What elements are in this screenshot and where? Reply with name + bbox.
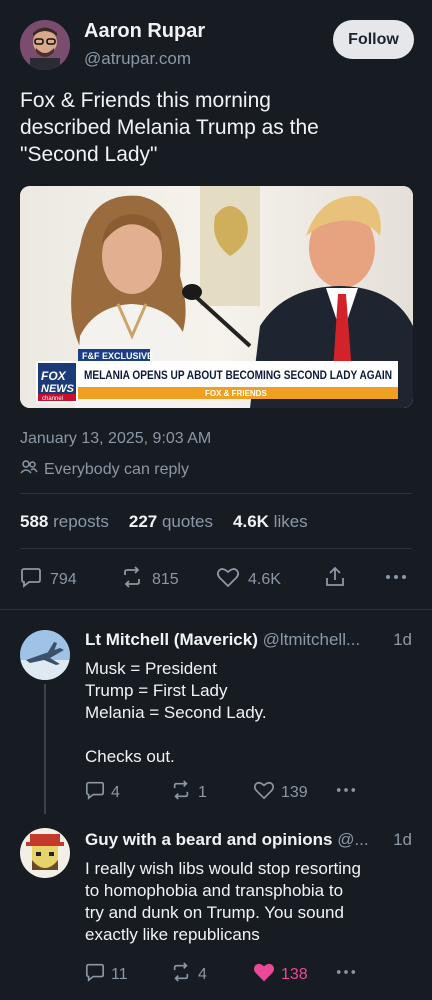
reply-age: 1d xyxy=(393,630,412,649)
reply-avatar[interactable] xyxy=(20,828,70,878)
author-name[interactable]: Aaron Rupar xyxy=(84,20,205,43)
heart-icon xyxy=(253,780,275,805)
author-avatar[interactable] xyxy=(20,20,70,70)
reply-author-name[interactable]: Lt Mitchell (Maverick) xyxy=(85,630,258,649)
heart-icon xyxy=(216,566,240,593)
post-image[interactable]: F&F EXCLUSIVE FOX NEWS channel MELANIA O… xyxy=(20,186,413,408)
reply-icon xyxy=(85,780,105,805)
fox-logo-line1: FOX xyxy=(41,369,67,383)
reply-reply-count: 11 xyxy=(111,965,128,983)
heart-filled-icon xyxy=(253,962,275,987)
reply-repost-count: 1 xyxy=(198,783,207,801)
post-text: Fox & Friends this morning described Mel… xyxy=(20,89,319,166)
more-icon xyxy=(335,780,357,805)
chyron-headline: MELANIA OPENS UP ABOUT BECOMING SECOND L… xyxy=(84,370,392,382)
reply-setting-label: Everybody can reply xyxy=(44,460,189,478)
repost-icon xyxy=(120,566,144,593)
reposts-count: 588 xyxy=(20,512,49,531)
reply-like-button[interactable]: 139 xyxy=(253,780,308,805)
reply-setting: Everybody can reply xyxy=(20,459,189,480)
reply-like-count: 139 xyxy=(281,783,308,801)
like-count: 4.6K xyxy=(248,570,281,588)
reply-author-name[interactable]: Guy with a beard and opinions xyxy=(85,830,332,849)
post-actions: 794 815 4.6K xyxy=(20,566,412,592)
reply-avatar[interactable] xyxy=(20,630,70,680)
chyron-show: FOX & FRIENDS xyxy=(205,389,267,398)
reply-count: 794 xyxy=(50,570,77,588)
more-icon xyxy=(335,962,357,987)
reply-text: Musk = President Trump = First Lady Mela… xyxy=(85,659,267,766)
divider xyxy=(20,548,412,549)
reply-item[interactable]: Lt Mitchell (Maverick) @ltmitchell... 1d… xyxy=(0,610,432,814)
reply-icon xyxy=(85,962,105,987)
likes-count: 4.6K xyxy=(233,512,269,531)
reply-button[interactable]: 794 xyxy=(20,566,77,593)
reply-repost-button[interactable]: 1 xyxy=(170,780,207,805)
fox-logo-line3: channel xyxy=(42,396,63,402)
reply-reply-button[interactable]: 11 xyxy=(85,962,128,987)
quotes-stat[interactable]: 227 quotes xyxy=(129,512,213,532)
repost-icon xyxy=(170,962,192,987)
quotes-label: quotes xyxy=(161,512,214,531)
follow-button[interactable]: Follow xyxy=(333,20,414,59)
fox-logo-line2: NEWS xyxy=(41,383,75,395)
people-icon xyxy=(20,459,38,480)
repost-button[interactable]: 815 xyxy=(120,566,179,593)
reply-reply-count: 4 xyxy=(111,783,120,801)
post-stats: 588 reposts 227 quotes 4.6K likes xyxy=(20,512,308,532)
thread-line xyxy=(44,684,46,814)
repost-icon xyxy=(170,780,192,805)
reply-header: Guy with a beard and opinions @... xyxy=(85,830,415,850)
reply-reply-button[interactable]: 4 xyxy=(85,780,120,805)
share-button[interactable] xyxy=(324,566,346,593)
likes-label: likes xyxy=(273,512,308,531)
post-timestamp: January 13, 2025, 9:03 AM xyxy=(20,430,212,447)
reply-age: 1d xyxy=(393,830,412,849)
reply-more-button[interactable] xyxy=(335,962,357,987)
likes-stat[interactable]: 4.6K likes xyxy=(233,512,308,532)
author-handle[interactable]: @atrupar.com xyxy=(84,49,191,69)
chyron-tag: F&F EXCLUSIVE xyxy=(82,351,153,361)
reply-author-handle[interactable]: @ltmitchell... xyxy=(263,630,361,649)
reply-more-button[interactable] xyxy=(335,780,357,805)
reply-item[interactable]: Guy with a beard and opinions @... 1d I … xyxy=(0,814,432,1000)
reply-like-button[interactable]: 138 xyxy=(253,962,308,987)
reply-header: Lt Mitchell (Maverick) @ltmitchell... xyxy=(85,630,415,650)
reply-author-handle[interactable]: @... xyxy=(337,830,368,849)
reply-like-count: 138 xyxy=(281,965,308,983)
divider xyxy=(20,493,412,494)
like-button[interactable]: 4.6K xyxy=(216,566,281,593)
more-options-button[interactable] xyxy=(384,566,408,593)
quotes-count: 227 xyxy=(128,512,158,531)
reply-text: I really wish libs would stop resorting … xyxy=(85,859,361,944)
repost-count: 815 xyxy=(152,570,179,588)
share-icon xyxy=(324,566,346,593)
more-icon xyxy=(384,566,408,593)
reposts-label: reposts xyxy=(53,512,109,531)
reply-repost-button[interactable]: 4 xyxy=(170,962,207,987)
reply-icon xyxy=(20,566,42,593)
reply-repost-count: 4 xyxy=(198,965,207,983)
reposts-stat[interactable]: 588 reposts xyxy=(20,512,109,532)
